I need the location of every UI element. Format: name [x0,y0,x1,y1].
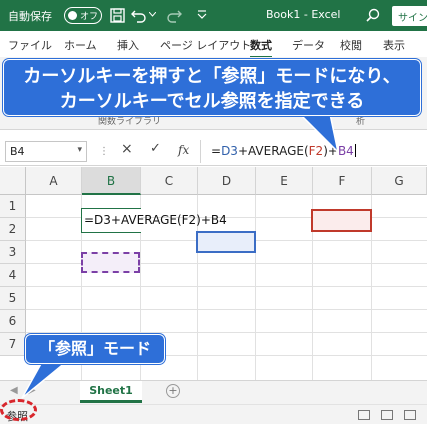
callout-reference-mode-explanation: カーソルキーを押すと「参照」モードになり、 カーソルキーでセル参照を指定できる [3,59,421,116]
callout-line-2: カーソルキーでセル参照を指定できる [59,91,365,112]
callout-line-1: カーソルキーを押すと「参照」モードになり、 [23,66,401,87]
callout-reference-mode-label: 「参照」モード [25,334,165,364]
status-mode-highlight [0,399,37,421]
